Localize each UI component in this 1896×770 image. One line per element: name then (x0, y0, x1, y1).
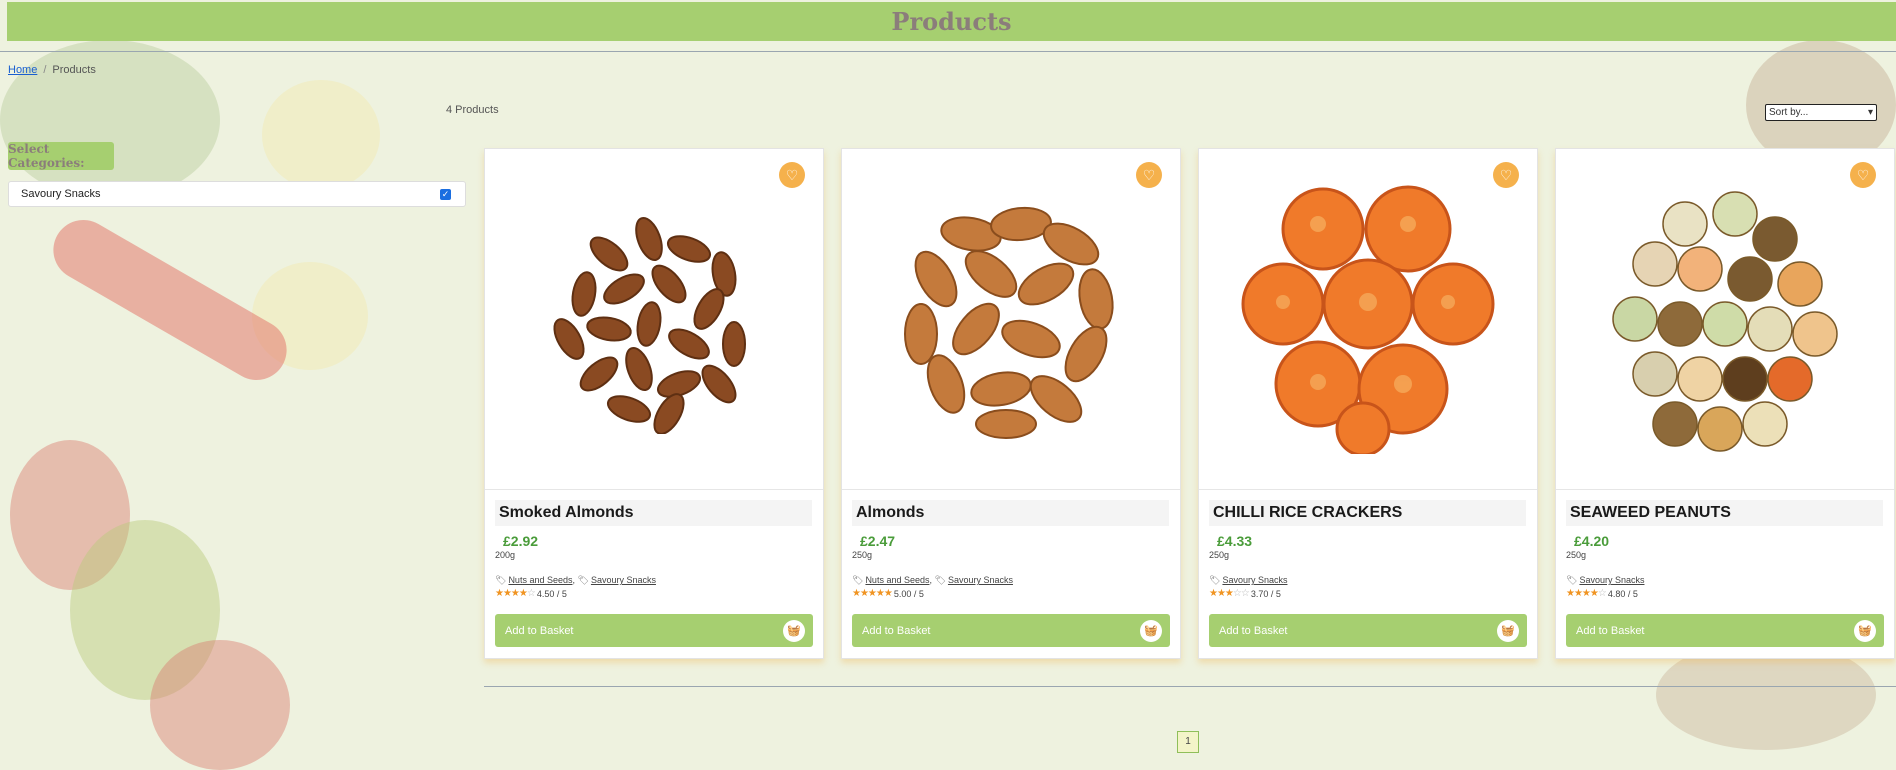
page-header: Products (7, 2, 1896, 41)
rating-value: 5.00 / 5 (893, 588, 924, 599)
basket-icon: 🧺 (783, 619, 805, 642)
category-checkbox[interactable]: ✓ (440, 188, 451, 200)
add-to-basket-label: Add to Basket (505, 624, 574, 637)
tag-icon: 🏷 (495, 575, 507, 585)
product-tags: 🏷 Nuts and Seeds, 🏷 Savoury Snacks (852, 575, 1013, 585)
product-rating: ★★★★★ 5.00 / 5 (852, 588, 924, 599)
product-price: £2.47 (860, 533, 896, 549)
add-to-basket-button[interactable]: Add to Basket 🧺 (1566, 614, 1884, 647)
tag-icon: 🏷 (577, 575, 589, 585)
tag-link[interactable]: Nuts and Seeds (865, 575, 929, 585)
star-rating-icon: ★★★★☆ (1566, 588, 1607, 599)
product-name[interactable]: SEAWEED PEANUTS (1566, 500, 1883, 526)
sort-select[interactable]: Sort by... ▾ (1765, 104, 1877, 121)
tag-link[interactable]: Savoury Snacks (948, 575, 1013, 585)
background-chili (42, 209, 298, 391)
product-image-area[interactable]: ♡ (485, 149, 823, 490)
product-image-almonds (904, 206, 1114, 439)
background-pepper (10, 440, 130, 590)
star-rating-icon: ★★★★☆ (495, 588, 536, 599)
product-card[interactable]: ♡ CHILLI RICE CRACKERS £4.33 250g 🏷 Savou… (1198, 148, 1538, 659)
header-divider (0, 51, 1896, 52)
tag-link[interactable]: Savoury Snacks (1579, 575, 1644, 585)
page-title: Products (891, 7, 1012, 36)
product-name[interactable]: Smoked Almonds (495, 500, 812, 526)
product-price: £2.92 (503, 533, 539, 549)
pagination-page-1[interactable]: 1 (1177, 731, 1199, 753)
product-rating: ★★★☆☆ 3.70 / 5 (1209, 588, 1281, 599)
product-image-area[interactable]: ♡ (842, 149, 1180, 490)
heart-icon[interactable]: ♡ (1493, 162, 1519, 188)
product-price: £4.20 (1574, 533, 1610, 549)
rating-value: 3.70 / 5 (1250, 588, 1281, 599)
content-divider (484, 686, 1896, 687)
background-lemon (262, 80, 380, 190)
add-to-basket-label: Add to Basket (1576, 624, 1645, 637)
tag-icon: 🏷 (1566, 575, 1578, 585)
background-lemon (252, 262, 368, 370)
category-label: Savoury Snacks (21, 188, 101, 200)
product-card[interactable]: ♡ Smoked Almonds £2.92 200g 🏷 Nuts and Se… (484, 148, 824, 659)
product-rating: ★★★★☆ 4.50 / 5 (495, 588, 567, 599)
product-card[interactable]: ♡ Almonds £2.47 250g 🏷 Nuts and Seeds, 🏷 S… (841, 148, 1181, 659)
product-name[interactable]: Almonds (852, 500, 1169, 526)
tag-icon: 🏷 (852, 575, 864, 585)
product-tags: 🏷 Savoury Snacks (1209, 575, 1287, 586)
add-to-basket-label: Add to Basket (1219, 624, 1288, 637)
product-image-seaweed-peanuts (1612, 191, 1838, 452)
tag-icon: 🏷 (1209, 575, 1221, 585)
chevron-down-icon: ▾ (1867, 107, 1873, 118)
product-weight: 250g (852, 550, 873, 560)
rating-value: 4.50 / 5 (536, 588, 567, 599)
product-image-chilli-rice-crackers (1241, 185, 1495, 454)
product-rating: ★★★★☆ 4.80 / 5 (1566, 588, 1638, 599)
heart-icon[interactable]: ♡ (1850, 162, 1876, 188)
sort-selected-value: Sort by... (1769, 107, 1809, 118)
add-to-basket-button[interactable]: Add to Basket 🧺 (852, 614, 1170, 647)
product-image-area[interactable]: ♡ (1556, 149, 1894, 490)
product-tags: 🏷 Nuts and Seeds, 🏷 Savoury Snacks (495, 575, 656, 585)
product-tags: 🏷 Savoury Snacks (1566, 575, 1644, 586)
basket-icon: 🧺 (1854, 619, 1876, 642)
rating-value: 4.80 / 5 (1607, 588, 1638, 599)
star-rating-icon: ★★★★★ (852, 588, 893, 599)
product-image-area[interactable]: ♡ (1199, 149, 1537, 490)
heart-icon[interactable]: ♡ (1136, 162, 1162, 188)
add-to-basket-label: Add to Basket (862, 624, 931, 637)
tag-link[interactable]: Nuts and Seeds (508, 575, 572, 585)
product-count: 4 Products (446, 104, 499, 116)
product-image-smoked-almonds (553, 216, 746, 434)
basket-icon: 🧺 (1140, 619, 1162, 642)
product-weight: 200g (495, 550, 516, 560)
breadcrumb: Home / Products (8, 64, 96, 76)
tag-icon: 🏷 (934, 575, 946, 585)
categories-heading: Select Categories: (8, 142, 114, 170)
product-name[interactable]: CHILLI RICE CRACKERS (1209, 500, 1526, 526)
tag-link[interactable]: Savoury Snacks (591, 575, 656, 585)
product-price: £4.33 (1217, 533, 1253, 549)
background-pepper (70, 520, 220, 700)
add-to-basket-button[interactable]: Add to Basket 🧺 (495, 614, 813, 647)
heart-icon[interactable]: ♡ (779, 162, 805, 188)
category-item-savoury-snacks[interactable]: Savoury Snacks ✓ (8, 181, 466, 207)
product-weight: 250g (1566, 550, 1587, 560)
breadcrumb-separator: / (43, 64, 47, 76)
basket-icon: 🧺 (1497, 619, 1519, 642)
add-to-basket-button[interactable]: Add to Basket 🧺 (1209, 614, 1527, 647)
breadcrumb-current: Products (52, 64, 96, 76)
star-rating-icon: ★★★☆☆ (1209, 588, 1250, 599)
background-pepper (150, 640, 290, 770)
product-weight: 250g (1209, 550, 1230, 560)
product-card[interactable]: ♡ SEAWEED PEANUTS £4.20 250g 🏷 Savoury Sn… (1555, 148, 1895, 659)
breadcrumb-home-link[interactable]: Home (8, 64, 37, 76)
tag-link[interactable]: Savoury Snacks (1222, 575, 1287, 585)
